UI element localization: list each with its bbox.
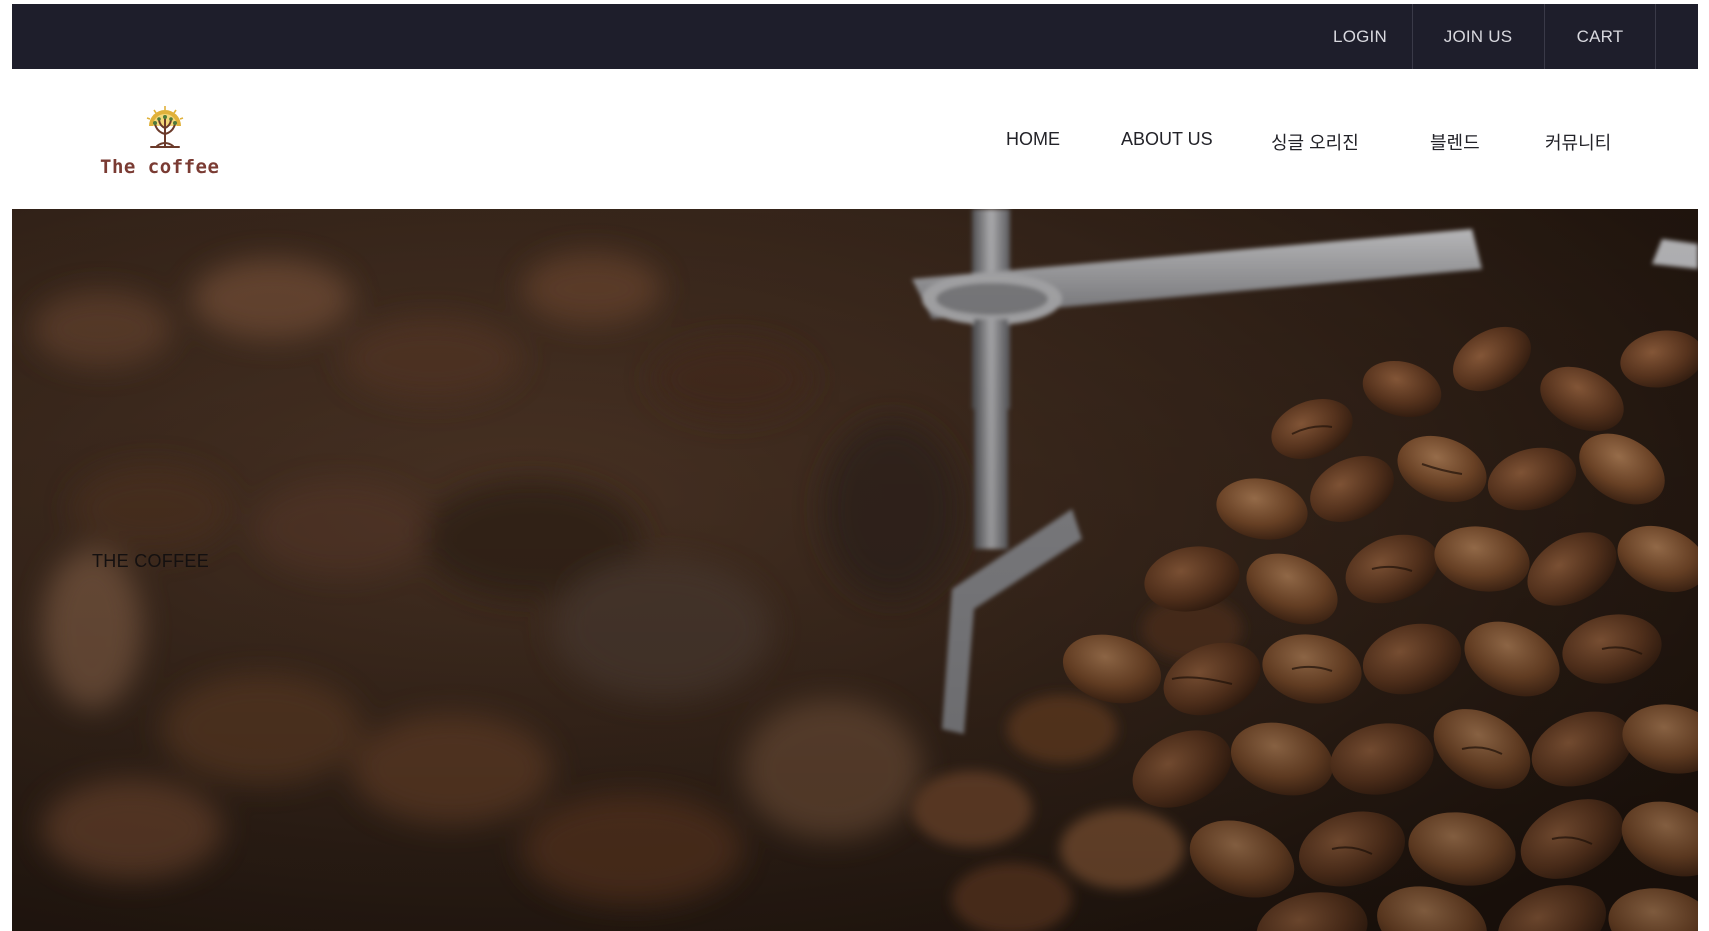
hero-title: THE COFFEE	[92, 551, 210, 571]
coffee-roaster-image	[12, 209, 1698, 931]
join-us-link[interactable]: JOIN US	[1416, 4, 1540, 69]
logo-text: The coffee	[100, 156, 220, 178]
divider	[1655, 4, 1656, 69]
divider	[1412, 4, 1413, 69]
hero-banner: THE COFFEE	[12, 209, 1698, 931]
nav-item-blend[interactable]: 블렌드	[1430, 129, 1480, 155]
page-frame: LOGIN JOIN US CART The coffee HOME ABOUT…	[12, 4, 1698, 931]
login-link[interactable]: LOGIN	[1312, 4, 1408, 69]
nav-item-community[interactable]: 커뮤니티	[1545, 129, 1611, 155]
divider	[1544, 4, 1545, 69]
nav-item-single-origin[interactable]: 싱글 오리진	[1271, 129, 1359, 155]
coffee-tree-icon	[146, 106, 184, 148]
top-utility-bar: LOGIN JOIN US CART	[12, 4, 1698, 69]
nav-item-home[interactable]: HOME	[1006, 129, 1060, 150]
main-header: The coffee HOME ABOUT US 싱글 오리진 블렌드 커뮤니티	[12, 69, 1698, 209]
site-logo[interactable]: The coffee	[100, 104, 230, 184]
cart-link[interactable]: CART	[1548, 4, 1652, 69]
nav-item-about-us[interactable]: ABOUT US	[1121, 129, 1213, 150]
